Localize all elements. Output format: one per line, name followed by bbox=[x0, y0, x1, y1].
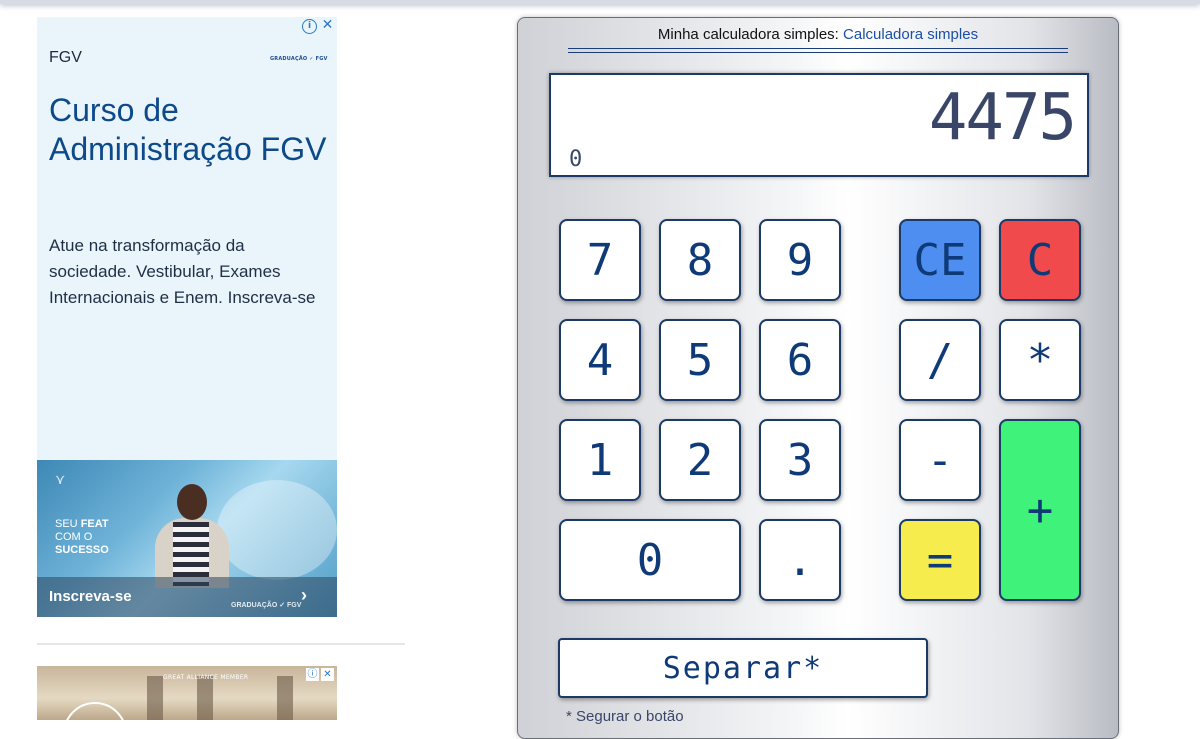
key-equals[interactable]: = bbox=[899, 519, 981, 601]
ad-controls: i ✕ bbox=[302, 18, 334, 34]
key-clear[interactable]: C bbox=[999, 219, 1081, 301]
ad-slogan-line3: SUCESSO bbox=[55, 544, 109, 556]
ad-image-glow bbox=[217, 480, 337, 580]
ad2-window bbox=[147, 676, 163, 720]
ad-slogan-word: SEU bbox=[55, 518, 78, 530]
advertisement-secondary[interactable]: GREAT ALLIANCE MEMBER ⓘ ✕ bbox=[37, 666, 337, 720]
separate-button[interactable]: Separar* bbox=[558, 638, 928, 698]
ad-close-icon[interactable]: ✕ bbox=[321, 18, 334, 32]
ad2-window bbox=[277, 676, 293, 720]
ad-slogan-bold: FEAT bbox=[80, 518, 109, 530]
ad-image[interactable]: ⋎ SEU FEAT COM O SUCESSO Inscreva-se GRA… bbox=[37, 460, 337, 617]
ad-cta-logo: GRADUAÇÃO ✓ FGV bbox=[231, 602, 302, 609]
key-9[interactable]: 9 bbox=[759, 219, 841, 301]
key-3[interactable]: 3 bbox=[759, 419, 841, 501]
ad-slogan-line2: COM O bbox=[55, 531, 93, 543]
key-7[interactable]: 7 bbox=[559, 219, 641, 301]
key-0[interactable]: 0 bbox=[559, 519, 741, 601]
ad-info-icon[interactable]: ⓘ bbox=[306, 668, 319, 681]
ad-person-head bbox=[177, 484, 207, 520]
key-5[interactable]: 5 bbox=[659, 319, 741, 401]
ad-body-text: Atue na transformação da sociedade. Vest… bbox=[49, 236, 316, 307]
ad2-play-circle-icon[interactable] bbox=[63, 702, 127, 720]
ad-cta-label: Inscreva-se bbox=[49, 588, 132, 605]
calculator-title-text: Minha calculadora simples: bbox=[657, 26, 844, 43]
key-divide[interactable]: / bbox=[899, 319, 981, 401]
key-6[interactable]: 6 bbox=[759, 319, 841, 401]
ad2-badge: GREAT ALLIANCE MEMBER bbox=[163, 674, 249, 681]
ad-brand: FGV bbox=[49, 49, 82, 66]
key-multiply[interactable]: * bbox=[999, 319, 1081, 401]
fgv-mark-icon: ⋎ bbox=[55, 472, 66, 488]
display-main-value: 4475 bbox=[928, 81, 1077, 155]
key-2[interactable]: 2 bbox=[659, 419, 741, 501]
ad-slogan: SEU FEAT COM O SUCESSO bbox=[55, 518, 109, 557]
ad-logo: GRADUAÇÃO ✓ FGV bbox=[270, 56, 328, 62]
key-plus[interactable]: + bbox=[999, 419, 1081, 601]
advertisement-fgv[interactable]: i ✕ FGV GRADUAÇÃO ✓ FGV Curso de Adminis… bbox=[37, 17, 337, 617]
ad-cta-button[interactable]: Inscreva-se GRADUAÇÃO ✓ FGV › bbox=[37, 577, 337, 617]
key-clear-entry[interactable]: CE bbox=[899, 219, 981, 301]
calculator-title: Minha calculadora simples: Calculadora s… bbox=[518, 26, 1118, 43]
key-8[interactable]: 8 bbox=[659, 219, 741, 301]
calculator-panel: Minha calculadora simples: Calculadora s… bbox=[517, 17, 1119, 739]
display-secondary-value: 0 bbox=[569, 147, 583, 172]
sidebar-divider bbox=[37, 643, 405, 645]
ad2-controls: ⓘ ✕ bbox=[306, 668, 334, 681]
separate-footnote: * Segurar o botão bbox=[566, 708, 684, 725]
calculator-display: 4475 0 bbox=[549, 73, 1089, 177]
top-navigation-bar bbox=[0, 0, 1200, 4]
calculator-title-link[interactable]: Calculadora simples bbox=[843, 26, 978, 43]
ad-info-icon[interactable]: i bbox=[302, 19, 317, 34]
ad-close-icon[interactable]: ✕ bbox=[321, 668, 334, 681]
ad2-window bbox=[197, 676, 213, 720]
ad-headline[interactable]: Curso de Administração FGV bbox=[49, 91, 329, 169]
key-4[interactable]: 4 bbox=[559, 319, 641, 401]
title-underline bbox=[568, 48, 1068, 53]
key-decimal[interactable]: . bbox=[759, 519, 841, 601]
key-1[interactable]: 1 bbox=[559, 419, 641, 501]
chevron-right-icon: › bbox=[301, 585, 307, 605]
key-minus[interactable]: - bbox=[899, 419, 981, 501]
